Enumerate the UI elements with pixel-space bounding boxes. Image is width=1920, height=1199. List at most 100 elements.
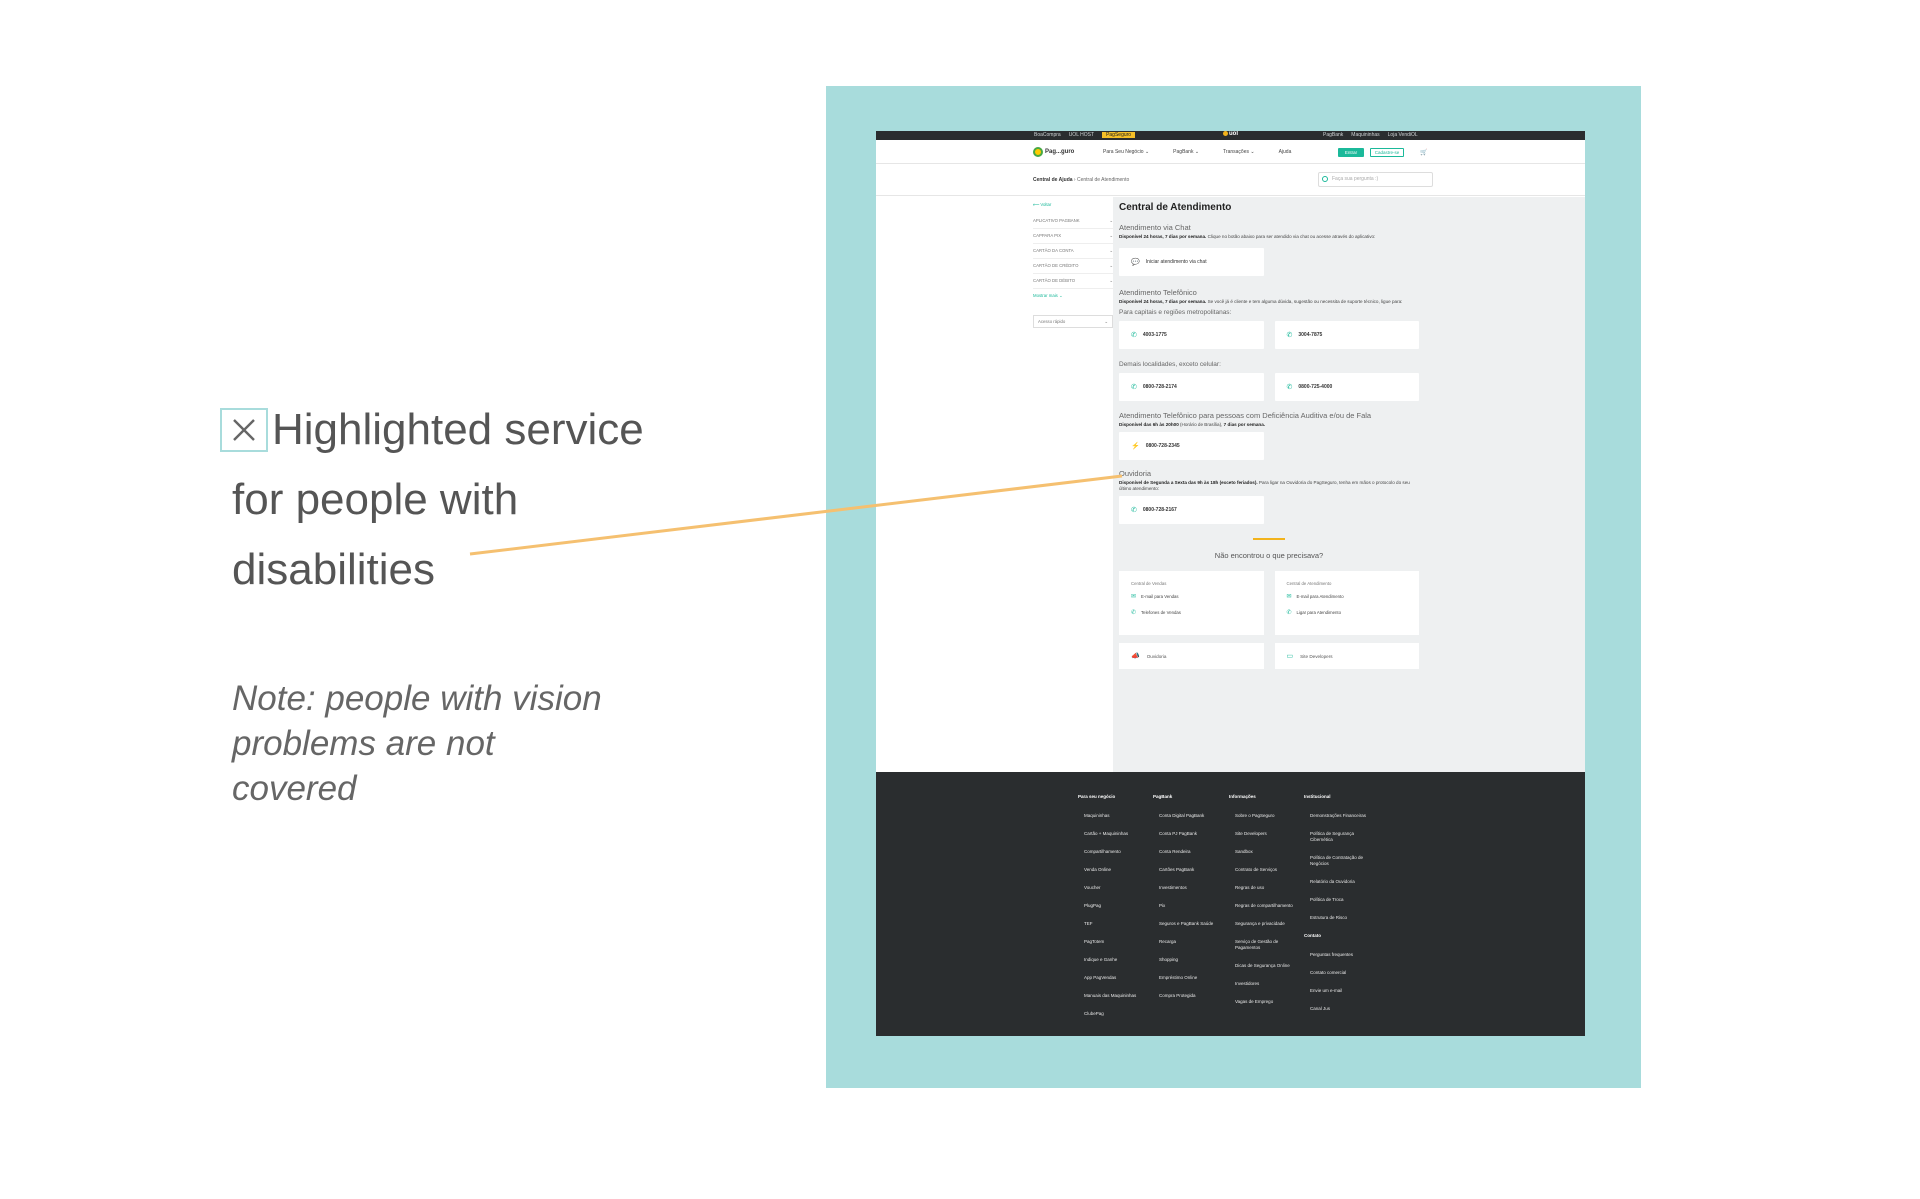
- support-email-link[interactable]: ✉ E-mail para Atendimento: [1287, 593, 1408, 600]
- footer-link[interactable]: PagTotem: [1084, 939, 1148, 945]
- footer-link[interactable]: Sandbox: [1235, 849, 1299, 855]
- footer-link[interactable]: Perguntas frequentes: [1310, 952, 1374, 958]
- footer-link[interactable]: Empréstimo Online: [1159, 975, 1223, 981]
- annotation-title-line2: for people with: [232, 475, 519, 524]
- footer-link[interactable]: Vagas de Emprego: [1235, 999, 1299, 1005]
- brand-logo[interactable]: Pag...guro: [1033, 147, 1074, 157]
- footer-link[interactable]: Estrutura de Risco: [1310, 915, 1374, 921]
- phone-card[interactable]: ✆ 0800-728-2174: [1119, 373, 1264, 401]
- footer-link[interactable]: Sobre o PagSeguro: [1235, 813, 1299, 819]
- footer-link[interactable]: Contrato de Serviços: [1235, 867, 1299, 873]
- nav-item[interactable]: Transações ⌄: [1223, 149, 1255, 155]
- annotation-title-line1: Highlighted service: [220, 395, 690, 465]
- footer-link[interactable]: Compra Protegida: [1159, 993, 1223, 999]
- topbar-link[interactable]: Loja VendiOL: [1388, 132, 1418, 138]
- phone-section-title: Atendimento Telefônico: [1119, 288, 1197, 297]
- breadcrumb-root[interactable]: Central de Ajuda: [1033, 177, 1073, 183]
- code-icon: ▭: [1286, 653, 1294, 660]
- footer-link[interactable]: Contato comercial: [1310, 970, 1374, 976]
- footer-link[interactable]: Investidores: [1235, 981, 1299, 987]
- footer-link[interactable]: Compartilhamento: [1084, 849, 1148, 855]
- footer-link[interactable]: Segurança e privacidade: [1235, 921, 1299, 927]
- footer-link[interactable]: TEF: [1084, 921, 1148, 927]
- footer-link[interactable]: Canal Jus: [1310, 1006, 1374, 1012]
- footer-col: PagBank Conta Digital PagBank Conta PJ P…: [1153, 794, 1223, 1011]
- footer-link[interactable]: Conta Digital PagBank: [1159, 813, 1223, 819]
- footer-link[interactable]: Venda Online: [1084, 867, 1148, 873]
- footer-link[interactable]: App PagVendas: [1084, 975, 1148, 981]
- close-icon[interactable]: [220, 408, 268, 452]
- footer-link[interactable]: Seguros e PagBank Saúde: [1159, 921, 1223, 927]
- nav-item[interactable]: PagBank ⌄: [1173, 149, 1199, 155]
- footer-link[interactable]: Conta Rendeira: [1159, 849, 1223, 855]
- footer-link[interactable]: Política de Troca: [1310, 897, 1374, 903]
- ombudsman-link[interactable]: 📣 Ouvidoria: [1119, 643, 1264, 669]
- footer-link[interactable]: Manuais das Maquininhas: [1084, 993, 1148, 999]
- nav-item[interactable]: Para Seu Negócio ⌄: [1103, 149, 1149, 155]
- footer-link[interactable]: Recarga: [1159, 939, 1223, 945]
- annotation-title-line3: disabilities: [232, 545, 435, 594]
- mail-icon: ✉: [1286, 594, 1292, 600]
- footer-link[interactable]: Indique e Ganhe: [1084, 957, 1148, 963]
- footer-link[interactable]: Dicas de Segurança Online: [1235, 963, 1299, 969]
- signup-button[interactable]: Cadastre-se: [1370, 148, 1404, 157]
- login-button[interactable]: Entrar: [1338, 148, 1364, 157]
- site-header: Pag...guro Para Seu Negócio ⌄ PagBank ⌄ …: [876, 140, 1585, 164]
- phone-card[interactable]: ✆ 4003-1775: [1119, 321, 1264, 349]
- footer-link[interactable]: Demonstrações Financeiras: [1310, 813, 1374, 819]
- footer-link[interactable]: Política de Contratação de Negócios: [1310, 855, 1374, 867]
- footer-link[interactable]: Site Developers: [1235, 831, 1299, 837]
- pagseguro-logo-icon: [1033, 147, 1043, 157]
- sales-phones-link[interactable]: ✆ Telefones de Vendas: [1131, 609, 1252, 616]
- sidebar-item[interactable]: CARTÃO DE CRÉDITO ⌄: [1033, 259, 1113, 274]
- footer-link[interactable]: PlugPag: [1084, 903, 1148, 909]
- phone-card[interactable]: ✆ 3004-7875: [1274, 321, 1419, 349]
- nav-item[interactable]: Ajuda: [1279, 149, 1292, 155]
- footer-link[interactable]: ClubePag: [1084, 1011, 1148, 1017]
- quick-access-select[interactable]: Acesso rápido ⌄: [1033, 315, 1113, 328]
- sidebar-item[interactable]: APLICATIVO PAGBANK ⌄: [1033, 214, 1113, 229]
- uol-logo[interactable]: uol: [1223, 131, 1238, 137]
- start-chat-button[interactable]: 💬 Iniciar atendimento via chat: [1119, 248, 1264, 276]
- footer-link[interactable]: Conta PJ PagBank: [1159, 831, 1223, 837]
- megaphone-icon: 📣: [1131, 653, 1140, 660]
- search-input[interactable]: Faça sua pergunta :): [1318, 172, 1433, 187]
- show-more-link[interactable]: Mostrar mais ⌄: [1033, 293, 1113, 299]
- page-content: ⟵ Voltar APLICATIVO PAGBANK ⌄ CAPPARA PIX…: [876, 197, 1585, 772]
- cart-icon[interactable]: 🛒: [1420, 149, 1427, 156]
- footer-link[interactable]: Regras de uso: [1235, 885, 1299, 891]
- footer-link[interactable]: Maquininhas: [1084, 813, 1148, 819]
- ombudsman-desc: Disponível de Segunda a Sexta das 9h às …: [1119, 480, 1410, 491]
- footer-link[interactable]: Cartões PagBank: [1159, 867, 1223, 873]
- topbar-link[interactable]: BoaCompra: [1034, 132, 1061, 138]
- footer-link[interactable]: Pix: [1159, 903, 1223, 909]
- sidebar-item[interactable]: CARTÃO DA CONTA ⌄: [1033, 244, 1113, 259]
- sidebar-item[interactable]: CARTÃO DE DÉBITO ⌄: [1033, 274, 1113, 289]
- footer-link[interactable]: Investimentos: [1159, 885, 1223, 891]
- footer-link[interactable]: Política de Segurança Cibernética: [1310, 831, 1374, 843]
- sales-email-link[interactable]: ✉ E-mail para Vendas: [1131, 593, 1252, 600]
- chat-section-title: Atendimento via Chat: [1119, 223, 1191, 232]
- topbar-link[interactable]: Maquininhas: [1351, 132, 1379, 138]
- sidebar: ⟵ Voltar APLICATIVO PAGBANK ⌄ CAPPARA PIX…: [1033, 202, 1113, 328]
- topbar-link[interactable]: UOL HOST: [1069, 132, 1094, 138]
- footer-link[interactable]: Envie um e-mail: [1310, 988, 1374, 994]
- phone-card[interactable]: ✆ 0800-725-4000: [1274, 373, 1419, 401]
- footer-link[interactable]: Serviço de Gestão de Pagamentos: [1235, 939, 1299, 951]
- phone-section-desc: Disponível 24 horas, 7 dias por semana. …: [1119, 299, 1403, 304]
- support-call-link[interactable]: ✆ Ligar para Atendimento: [1287, 609, 1408, 616]
- topbar-link-active[interactable]: PagSeguro: [1102, 132, 1136, 138]
- sidebar-item[interactable]: CAPPARA PIX ⌄: [1033, 229, 1113, 244]
- accessible-section-desc: Disponível das 6h às 20h00 (Horário de B…: [1119, 422, 1266, 427]
- footer-link[interactable]: Shopping: [1159, 957, 1223, 963]
- footer-link[interactable]: Voucher: [1084, 885, 1148, 891]
- footer-link[interactable]: Regras de compartilhamento: [1235, 903, 1299, 909]
- back-link[interactable]: ⟵ Voltar: [1033, 202, 1113, 208]
- ombudsman-phone-card[interactable]: ✆ 0800-728-2167: [1119, 496, 1264, 524]
- developers-link[interactable]: ▭ Site Developers: [1274, 643, 1419, 669]
- footer-link[interactable]: Relatório da Ouvidoria: [1310, 879, 1374, 885]
- topbar-link[interactable]: PagBank: [1323, 132, 1343, 138]
- main-nav: Para Seu Negócio ⌄ PagBank ⌄ Transações …: [1103, 149, 1315, 155]
- footer-link[interactable]: Cartão + Maquininhas: [1084, 831, 1148, 837]
- accessible-phone-card[interactable]: ⚡ 0800-728-2345: [1119, 432, 1264, 460]
